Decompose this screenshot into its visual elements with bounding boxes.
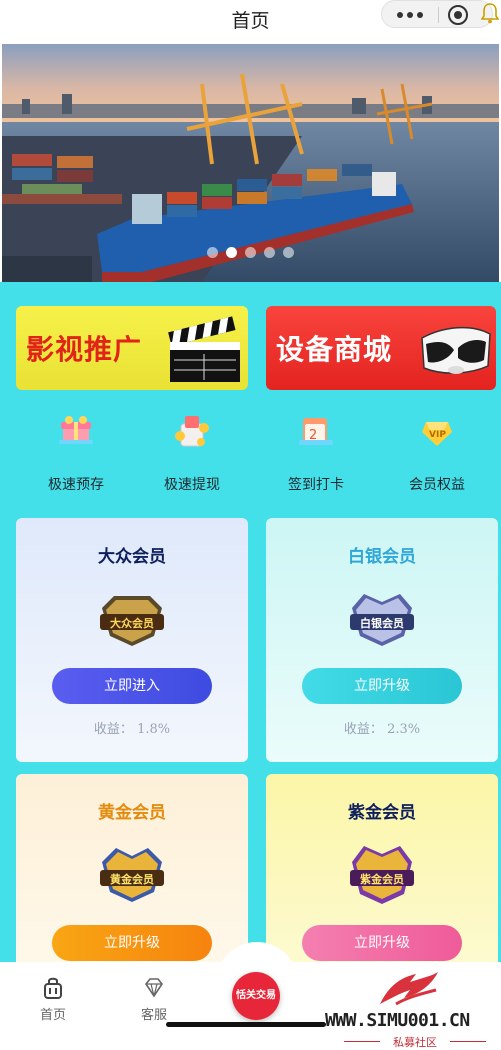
gold-member-badge-icon: 黄金会员 [100, 848, 164, 902]
capsule-divider [438, 7, 439, 23]
home-bag-icon [44, 977, 62, 999]
carousel-indicators [2, 247, 499, 258]
more-menu-icon[interactable] [382, 1, 438, 29]
vip-crown-icon: VIP [422, 422, 452, 446]
membership-card-public: 大众会员 大众会员 立即进入 收益： 1.8% [16, 518, 248, 762]
vr-headset-icon [421, 326, 491, 374]
membership-title: 白银会员 [348, 547, 416, 567]
close-target-icon[interactable] [448, 5, 468, 25]
income-value: 1.8% [137, 722, 171, 737]
badge-lettering: 黄金会员 [110, 872, 154, 886]
tab-home[interactable]: 首页 [18, 976, 88, 1023]
membership-card-purple-gold: 紫金会员 紫金会员 立即升级 [266, 774, 498, 974]
top-navigation-bar: 首页 [0, 0, 501, 42]
quick-action-label: 极速预存 [48, 477, 104, 493]
trade-center-button[interactable]: 恬关交易 [232, 972, 280, 1020]
movie-promotion-banner[interactable]: 影视推广 [16, 306, 248, 390]
svg-text:VIP: VIP [429, 430, 446, 440]
gift-box-icon [59, 416, 93, 444]
quick-action-withdraw[interactable]: 极速提现 [132, 410, 252, 494]
membership-card-silver: 白银会员 白银会员 立即升级 收益： 2.3% [266, 518, 498, 762]
quick-action-label: 会员权益 [409, 477, 465, 493]
badge-lettering: 紫金会员 [360, 872, 404, 886]
enter-button[interactable]: 立即进入 [52, 668, 212, 704]
public-member-badge-icon: 大众会员 [100, 596, 164, 646]
membership-title: 大众会员 [98, 547, 166, 567]
carousel-dot[interactable] [245, 247, 256, 258]
membership-title: 黄金会员 [98, 803, 166, 823]
device-mall-banner[interactable]: 设备商城 [266, 306, 496, 390]
main-content: 影视推广 设备商城 极速预存 极速提现 2 签到打卡 VIP 会员权益 大众会员… [0, 282, 501, 974]
income-label: 收益： [93, 722, 133, 737]
income-line: 收益： 2.3% [266, 718, 498, 737]
carousel-dot[interactable] [283, 247, 294, 258]
bell-icon[interactable] [481, 2, 499, 24]
membership-title: 紫金会员 [348, 803, 416, 823]
upgrade-button[interactable]: 立即升级 [302, 925, 462, 961]
tab-customer-service[interactable]: 客服 [119, 976, 189, 1023]
clapperboard-icon [168, 316, 240, 382]
quick-action-deposit[interactable]: 极速预存 [16, 410, 136, 494]
silver-member-badge-icon: 白银会员 [350, 594, 414, 646]
carousel-dot[interactable] [226, 247, 237, 258]
purple-gold-member-badge-icon: 紫金会员 [350, 846, 414, 904]
banner-carousel[interactable] [2, 44, 499, 282]
quick-action-vip-benefits[interactable]: VIP 会员权益 [377, 410, 497, 494]
tab-label: 客服 [140, 1008, 167, 1023]
upgrade-button[interactable]: 立即升级 [52, 925, 212, 961]
miniprogram-capsule [381, 0, 493, 28]
income-label: 收益： [343, 722, 383, 737]
upgrade-button[interactable]: 立即升级 [302, 668, 462, 704]
badge-lettering: 大众会员 [110, 616, 154, 630]
home-indicator [166, 1022, 326, 1027]
movie-promotion-label: 影视推广 [26, 333, 143, 366]
income-value: 2.3% [387, 722, 421, 737]
diamond-icon [145, 978, 163, 998]
quick-action-label: 签到打卡 [288, 477, 344, 493]
carousel-dot[interactable] [264, 247, 275, 258]
badge-lettering: 白银会员 [360, 616, 404, 630]
wallet-coins-icon [175, 416, 209, 447]
device-mall-label: 设备商城 [276, 333, 393, 366]
carousel-dot[interactable] [207, 247, 218, 258]
quick-action-checkin[interactable]: 2 签到打卡 [256, 410, 376, 494]
quick-action-label: 极速提现 [164, 477, 220, 493]
calendar-checkin-icon: 2 [299, 418, 333, 445]
watermark-subtitle: 私募社区 [340, 1034, 490, 1050]
membership-card-gold: 黄金会员 黄金会员 立即升级 [16, 774, 248, 974]
income-line: 收益： 1.8% [16, 718, 248, 737]
watermark-url: WWW.SIMU001.CN [325, 1010, 470, 1031]
trade-center-label: 恬关交易 [236, 990, 276, 1001]
simu-community-logo-icon [380, 972, 438, 1006]
tab-label: 首页 [39, 1008, 66, 1023]
